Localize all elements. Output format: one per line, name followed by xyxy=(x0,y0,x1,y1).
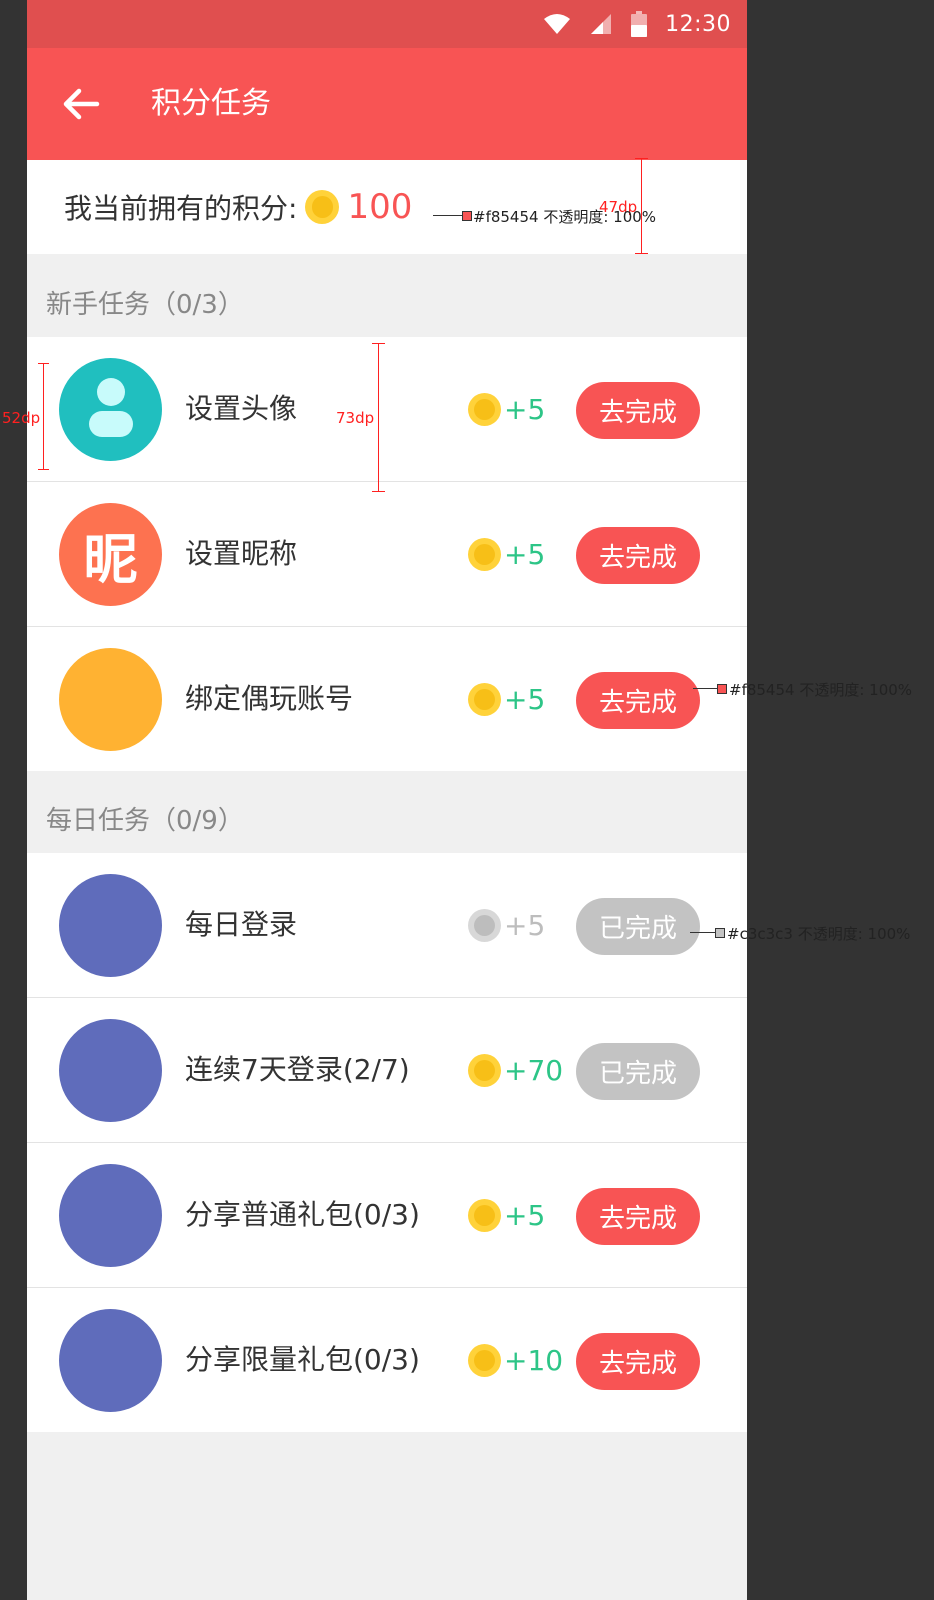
completed-button[interactable]: 已完成 xyxy=(576,1043,700,1100)
reward-points: +10 xyxy=(504,1344,564,1377)
task-reward: +10 xyxy=(468,1344,563,1377)
task-label: 设置头像 xyxy=(185,392,298,425)
task-avatar xyxy=(59,874,162,977)
reward-points: +70 xyxy=(504,1054,564,1087)
dimension-line xyxy=(43,363,44,470)
dimension-tick xyxy=(635,158,648,159)
annotation-button-color: #f85454 不透明度: 100% xyxy=(729,681,913,699)
annotation-done-button-color: #c3c3c3 不透明度: 100% xyxy=(727,925,911,943)
task-avatar xyxy=(59,648,162,751)
annotation-leader xyxy=(433,215,463,216)
section-title-newbie: 新手任务（0/3） xyxy=(46,290,244,320)
coin-icon xyxy=(468,683,501,716)
status-icons: 12:30 xyxy=(543,0,731,48)
status-bar: 12:30 xyxy=(27,0,747,48)
annotation-leader xyxy=(690,932,715,933)
task-label: 每日登录 xyxy=(185,908,298,941)
arrow-left-icon xyxy=(63,88,100,120)
coin-icon xyxy=(468,1199,501,1232)
go-complete-button[interactable]: 去完成 xyxy=(576,672,700,729)
status-time: 12:30 xyxy=(665,11,731,37)
task-reward: +5 xyxy=(468,1199,545,1232)
dimension-tick xyxy=(635,253,648,254)
task-label: 绑定偶玩账号 xyxy=(185,682,354,715)
go-complete-button[interactable]: 去完成 xyxy=(576,527,700,584)
go-complete-button[interactable]: 去完成 xyxy=(576,1333,700,1390)
annotation-row-height: 73dp xyxy=(336,409,375,427)
page-title: 积分任务 xyxy=(151,86,271,121)
coin-icon xyxy=(468,1054,501,1087)
task-row: 设置头像 +5 去完成 xyxy=(27,337,747,482)
back-button[interactable] xyxy=(59,82,103,126)
task-row: 昵 设置昵称 +5 去完成 xyxy=(27,482,747,627)
section-title-daily: 每日任务（0/9） xyxy=(46,806,244,836)
color-swatch xyxy=(462,211,472,221)
task-reward: +5 xyxy=(468,683,545,716)
task-label: 连续7天登录(2/7) xyxy=(185,1053,410,1086)
coin-icon xyxy=(468,393,501,426)
task-row: 每日登录 +5 已完成 xyxy=(27,853,747,998)
coin-icon xyxy=(468,538,501,571)
phone-screen: 12:30 积分任务 我当前拥有的积分: 100 新手任务（0/3） 设置头像 +… xyxy=(27,0,747,1600)
task-reward: +5 xyxy=(468,538,545,571)
dimension-tick xyxy=(372,343,385,344)
completed-button[interactable]: 已完成 xyxy=(576,898,700,955)
task-label: 分享限量礼包(0/3) xyxy=(185,1343,420,1376)
task-reward: +70 xyxy=(468,1054,563,1087)
daily-task-list: 每日登录 +5 已完成 连续7天登录(2/7) +70 已完成 分享普通礼包(0/3) +5 去… xyxy=(27,853,747,1432)
task-row: 分享限量礼包(0/3) +10 去完成 xyxy=(27,1288,747,1432)
signal-icon xyxy=(591,14,612,34)
go-complete-button[interactable]: 去完成 xyxy=(576,1188,700,1245)
task-reward: +5 xyxy=(468,909,545,942)
coin-icon xyxy=(468,909,501,942)
reward-points: +5 xyxy=(504,683,546,716)
person-icon xyxy=(88,377,133,437)
annotation-points-color: #f85454 不透明度: 100% xyxy=(473,208,657,226)
task-avatar: 昵 xyxy=(59,503,162,606)
avatar-glyph: 昵 xyxy=(83,528,138,591)
dimension-tick xyxy=(372,491,385,492)
wifi-icon xyxy=(544,14,571,34)
annotation-avatar-size: 52dp xyxy=(2,409,41,427)
task-avatar xyxy=(59,1019,162,1122)
reward-points: +5 xyxy=(504,538,546,571)
dimension-tick xyxy=(38,363,49,364)
annotation-leader xyxy=(693,688,718,689)
battery-icon xyxy=(631,11,648,37)
task-label: 分享普通礼包(0/3) xyxy=(185,1198,420,1231)
task-avatar xyxy=(59,1164,162,1267)
task-row: 分享普通礼包(0/3) +5 去完成 xyxy=(27,1143,747,1288)
reward-points: +5 xyxy=(504,393,546,426)
points-value: 100 xyxy=(347,187,413,227)
task-avatar xyxy=(59,1309,162,1412)
points-label: 我当前拥有的积分: xyxy=(64,192,298,225)
go-complete-button[interactable]: 去完成 xyxy=(576,382,700,439)
coin-icon xyxy=(468,1344,501,1377)
dimension-tick xyxy=(38,469,49,470)
task-row: 连续7天登录(2/7) +70 已完成 xyxy=(27,998,747,1143)
color-swatch xyxy=(715,928,725,938)
task-label: 设置昵称 xyxy=(185,537,298,570)
color-swatch xyxy=(717,684,727,694)
task-row: 绑定偶玩账号 +5 去完成 xyxy=(27,627,747,771)
reward-points: +5 xyxy=(504,909,546,942)
reward-points: +5 xyxy=(504,1199,546,1232)
app-bar: 积分任务 xyxy=(27,48,747,160)
task-avatar xyxy=(59,358,162,461)
task-reward: +5 xyxy=(468,393,545,426)
newbie-task-list: 设置头像 +5 去完成昵设置昵称 +5 去完成 绑定偶玩账号 +5 去完成 xyxy=(27,337,747,771)
coin-icon xyxy=(305,190,340,224)
dimension-line xyxy=(378,343,379,492)
